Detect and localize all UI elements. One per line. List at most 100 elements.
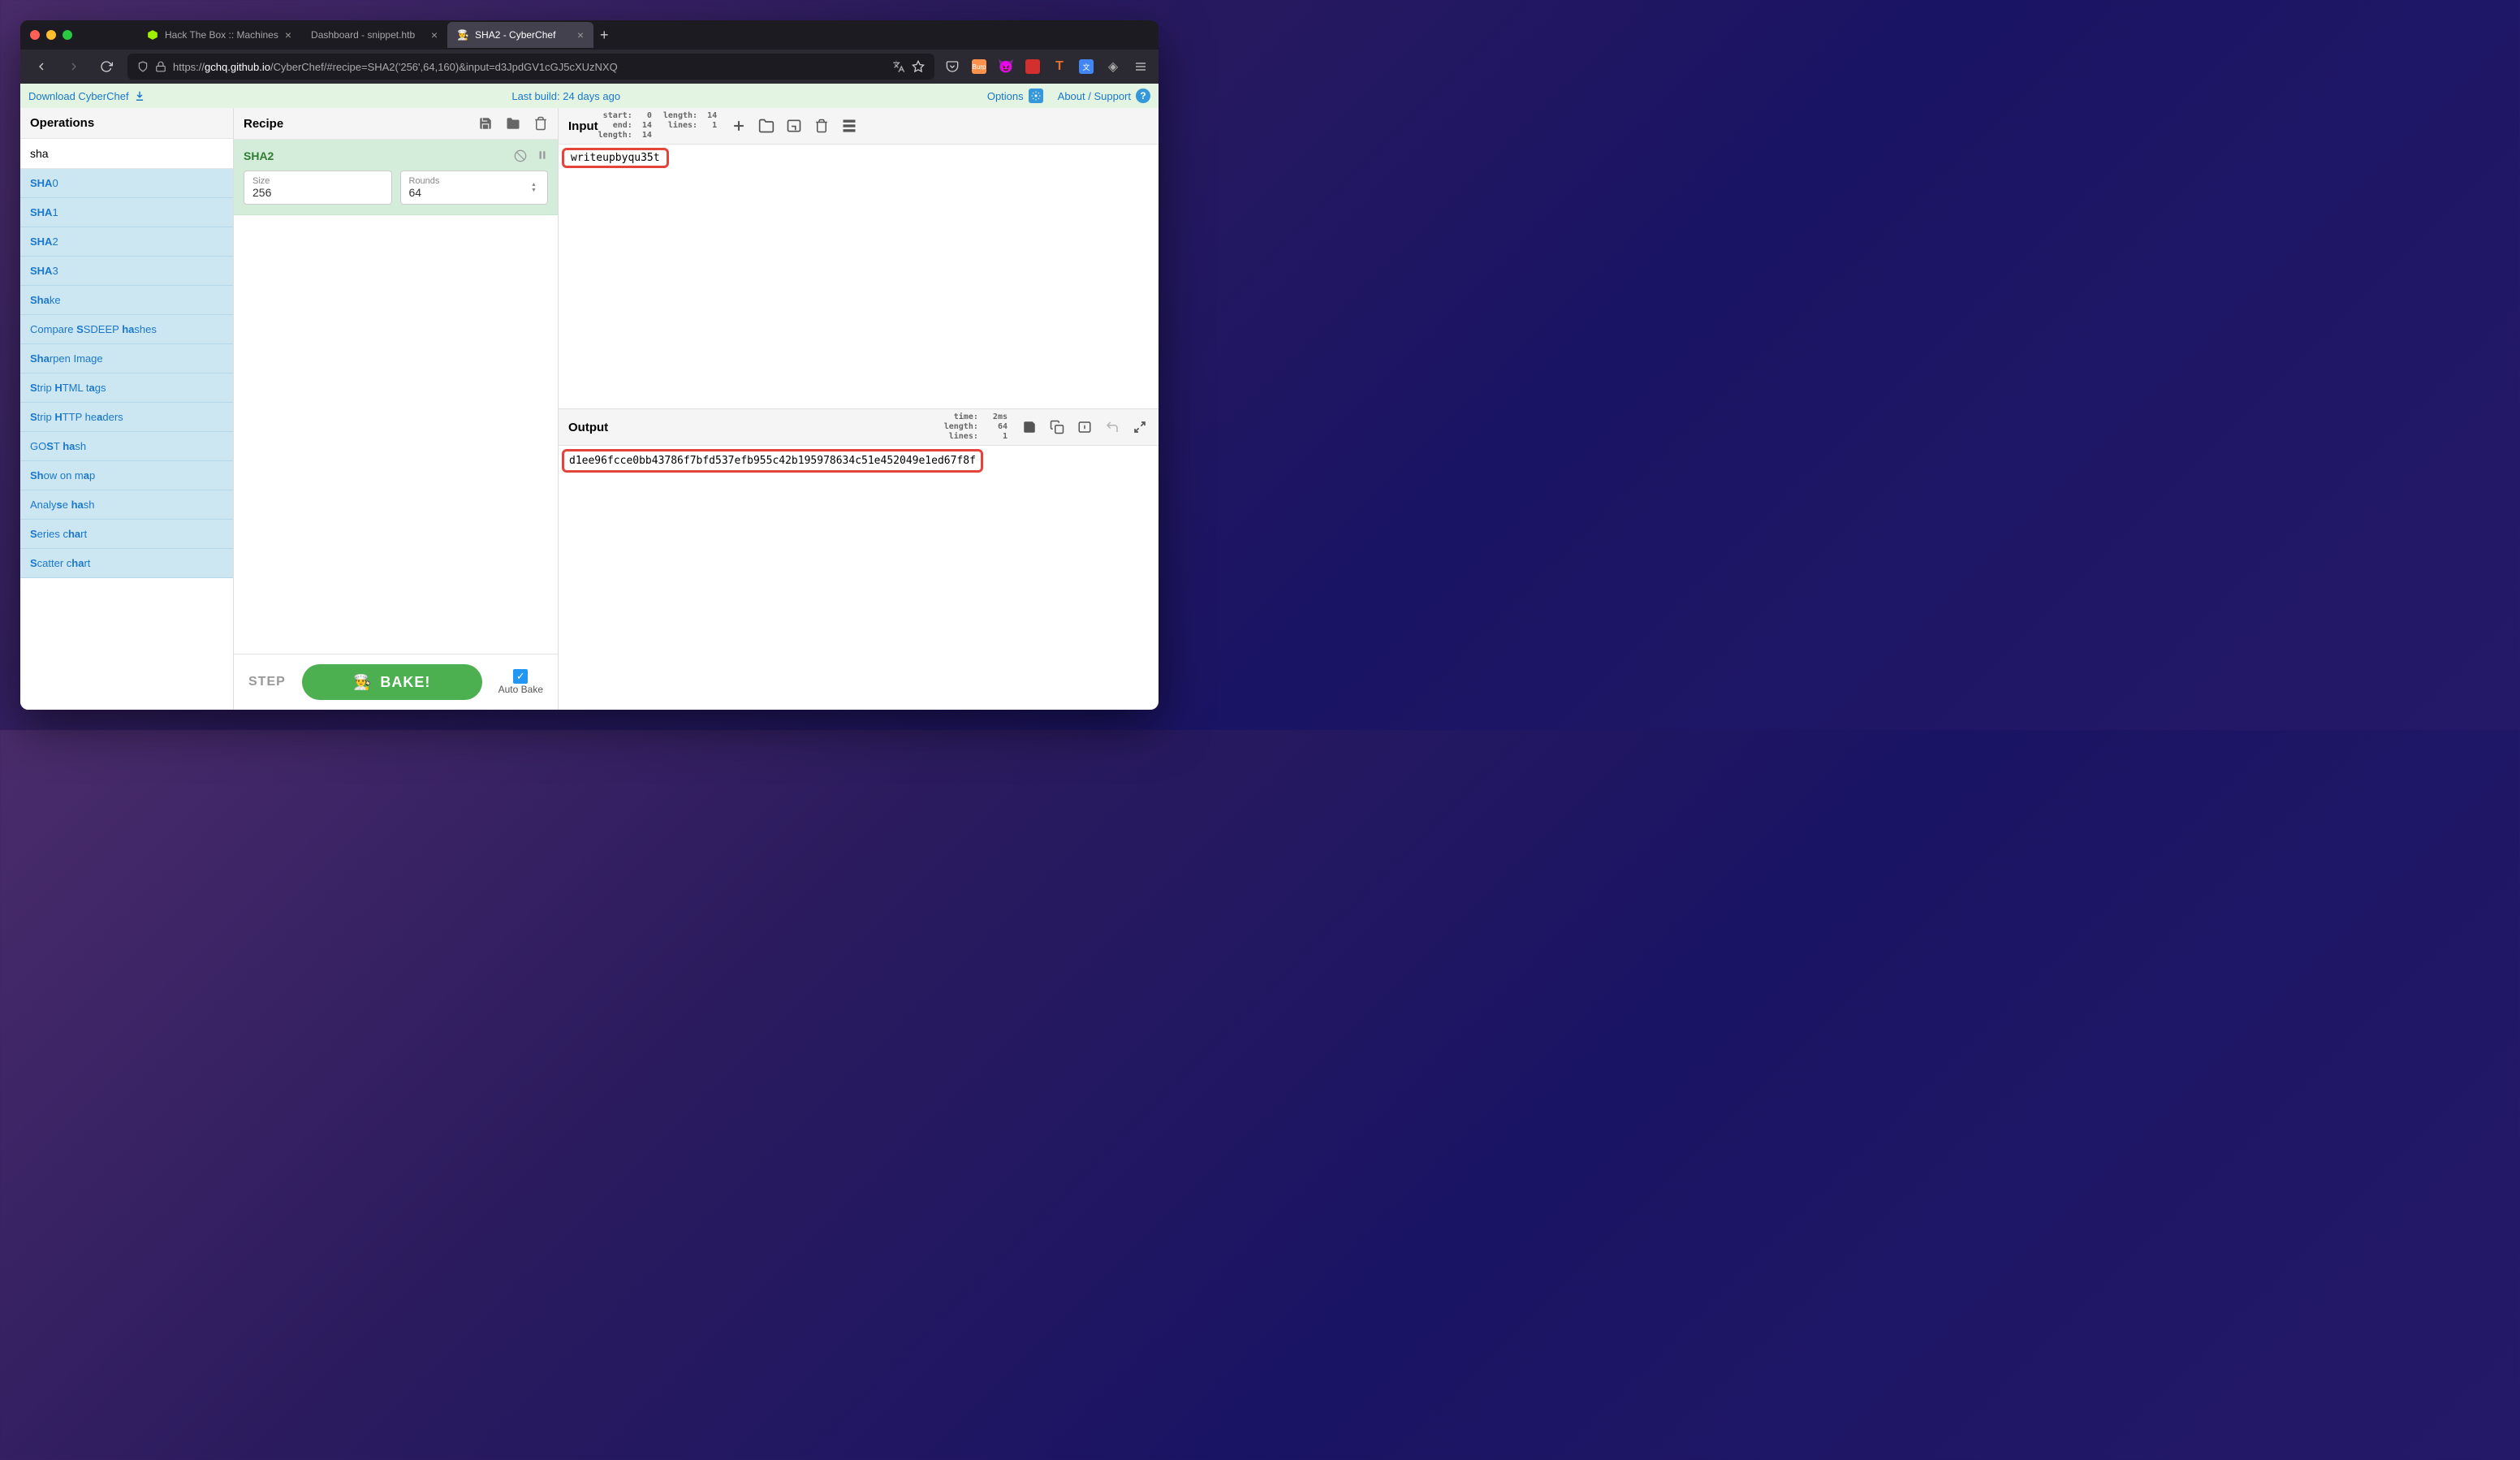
- add-input-icon[interactable]: [730, 118, 748, 134]
- save-recipe-icon[interactable]: [478, 116, 493, 131]
- maximize-output-icon[interactable]: [1131, 421, 1149, 434]
- toolbar-extensions: Burp 😈 T 文 ◈: [944, 58, 1149, 75]
- ext-hack-icon[interactable]: 😈: [998, 58, 1014, 75]
- bookmark-star-icon[interactable]: [912, 60, 925, 73]
- operation-item[interactable]: SHA0: [20, 169, 233, 198]
- operations-panel: Operations SHA0SHA1SHA2SHA3ShakeCompare …: [20, 108, 234, 710]
- tab-label: Hack The Box :: Machines: [165, 29, 278, 41]
- step-button[interactable]: STEP: [248, 675, 286, 689]
- operations-title: Operations: [20, 108, 233, 139]
- disable-op-icon[interactable]: [514, 149, 527, 162]
- clear-recipe-icon[interactable]: [533, 116, 548, 131]
- pocket-icon[interactable]: [944, 58, 960, 75]
- operation-item[interactable]: Shake: [20, 286, 233, 315]
- operation-item[interactable]: Sharpen Image: [20, 344, 233, 374]
- checkbox-icon: ✓: [513, 669, 528, 684]
- recipe-body: SHA2 Size 256 Rou: [234, 140, 558, 654]
- close-tab-icon[interactable]: ×: [431, 28, 438, 41]
- url-text: https://gchq.github.io/CyberChef/#recipe…: [173, 61, 886, 73]
- tab-htb[interactable]: Hack The Box :: Machines ×: [137, 22, 301, 48]
- tab-bar: Hack The Box :: Machines × Dashboard - s…: [137, 22, 609, 48]
- close-window-button[interactable]: [30, 30, 40, 40]
- download-icon: [134, 90, 145, 102]
- ext-red-icon[interactable]: [1025, 59, 1040, 74]
- input-textarea[interactable]: writeupbyqu35t: [559, 145, 1159, 408]
- operation-item[interactable]: Show on map: [20, 461, 233, 490]
- operation-item[interactable]: Series chart: [20, 520, 233, 549]
- undo-icon[interactable]: [1103, 420, 1121, 434]
- recipe-footer: STEP 👨‍🍳 BAKE! ✓ Auto Bake: [234, 654, 558, 710]
- translate-icon[interactable]: [892, 60, 905, 73]
- tab-label: SHA2 - CyberChef: [475, 29, 555, 41]
- maximize-window-button[interactable]: [63, 30, 72, 40]
- input-value-highlight: writeupbyqu35t: [562, 148, 669, 168]
- operation-item[interactable]: GOST hash: [20, 432, 233, 461]
- ext-translate-icon[interactable]: 文: [1079, 59, 1094, 74]
- output-section: Output time: 2ms length: 64 lines: 1 d1e…: [559, 408, 1159, 710]
- gear-icon: [1029, 89, 1043, 103]
- output-textarea[interactable]: d1ee96fcce0bb43786f7bfd537efb955c42b1959…: [559, 446, 1159, 710]
- main-panels: Operations SHA0SHA1SHA2SHA3ShakeCompare …: [20, 108, 1159, 710]
- stepper-buttons[interactable]: ▲▼: [531, 182, 542, 193]
- ext-burp-icon[interactable]: Burp: [972, 59, 986, 74]
- copy-output-icon[interactable]: [1048, 420, 1066, 434]
- open-folder-icon[interactable]: [757, 118, 775, 134]
- load-recipe-icon[interactable]: [506, 116, 520, 131]
- hamburger-menu-icon[interactable]: [1133, 58, 1149, 75]
- ext-t-icon[interactable]: T: [1051, 58, 1068, 75]
- input-tabs-icon[interactable]: [840, 118, 858, 134]
- forward-button[interactable]: [63, 55, 85, 78]
- input-title: Input: [568, 119, 598, 133]
- operation-item[interactable]: Analyse hash: [20, 490, 233, 520]
- close-tab-icon[interactable]: ×: [285, 28, 291, 41]
- reload-button[interactable]: [95, 55, 118, 78]
- tab-snippet[interactable]: Dashboard - snippet.htb ×: [301, 22, 447, 48]
- autobake-toggle[interactable]: ✓ Auto Bake: [498, 669, 543, 695]
- recipe-op-sha2[interactable]: SHA2 Size 256 Rou: [234, 140, 558, 215]
- recipe-panel: Recipe SHA2: [234, 108, 559, 710]
- chef-icon: 👨‍🍳: [353, 674, 372, 691]
- operation-item[interactable]: SHA2: [20, 227, 233, 257]
- new-tab-button[interactable]: +: [600, 27, 609, 44]
- options-link[interactable]: Options: [987, 89, 1043, 103]
- rounds-input[interactable]: Rounds 64 ▲▼: [400, 171, 549, 205]
- lock-icon: [155, 61, 166, 72]
- titlebar: Hack The Box :: Machines × Dashboard - s…: [20, 20, 1159, 50]
- output-value-highlight: d1ee96fcce0bb43786f7bfd537efb955c42b1959…: [562, 449, 983, 473]
- recipe-title: Recipe: [244, 117, 283, 131]
- last-build-text: Last build: 24 days ago: [145, 90, 987, 102]
- chef-favicon-icon: 👨‍🍳: [457, 29, 468, 41]
- open-file-icon[interactable]: [785, 118, 803, 134]
- clear-input-icon[interactable]: [813, 119, 831, 133]
- operation-item[interactable]: SHA1: [20, 198, 233, 227]
- bake-button[interactable]: 👨‍🍳 BAKE!: [302, 664, 482, 700]
- url-bar[interactable]: https://gchq.github.io/CyberChef/#recipe…: [127, 54, 934, 80]
- recipe-op-name: SHA2: [244, 149, 274, 162]
- tab-cyberchef[interactable]: 👨‍🍳 SHA2 - CyberChef ×: [447, 22, 593, 48]
- close-tab-icon[interactable]: ×: [577, 28, 584, 41]
- pause-op-icon[interactable]: [537, 149, 548, 162]
- output-header: Output time: 2ms length: 64 lines: 1: [559, 409, 1159, 446]
- operation-item[interactable]: Strip HTTP headers: [20, 403, 233, 432]
- output-stats: time: 2ms length: 64 lines: 1: [944, 413, 1008, 442]
- operation-item[interactable]: SHA3: [20, 257, 233, 286]
- size-select[interactable]: Size 256: [244, 171, 392, 205]
- ext-wappalyzer-icon[interactable]: ◈: [1105, 58, 1121, 75]
- operation-item[interactable]: Strip HTML tags: [20, 374, 233, 403]
- browser-toolbar: https://gchq.github.io/CyberChef/#recipe…: [20, 50, 1159, 84]
- help-icon: ?: [1136, 89, 1150, 103]
- save-output-icon[interactable]: [1021, 420, 1038, 434]
- tab-label: Dashboard - snippet.htb: [311, 29, 415, 41]
- input-section: Input start: 0 end: 14 length: 14 length…: [559, 108, 1159, 408]
- operation-item[interactable]: Scatter chart: [20, 549, 233, 578]
- minimize-window-button[interactable]: [46, 30, 56, 40]
- back-button[interactable]: [30, 55, 53, 78]
- input-header: Input start: 0 end: 14 length: 14 length…: [559, 108, 1159, 145]
- replace-input-icon[interactable]: [1076, 420, 1094, 434]
- about-link[interactable]: About / Support ?: [1058, 89, 1150, 103]
- operation-item[interactable]: Compare SSDEEP hashes: [20, 315, 233, 344]
- search-input[interactable]: [20, 139, 233, 169]
- input-stats: start: 0 end: 14 length: 14 length: 14 l…: [598, 111, 717, 140]
- download-link[interactable]: Download CyberChef: [28, 90, 145, 102]
- shield-icon: [137, 61, 149, 72]
